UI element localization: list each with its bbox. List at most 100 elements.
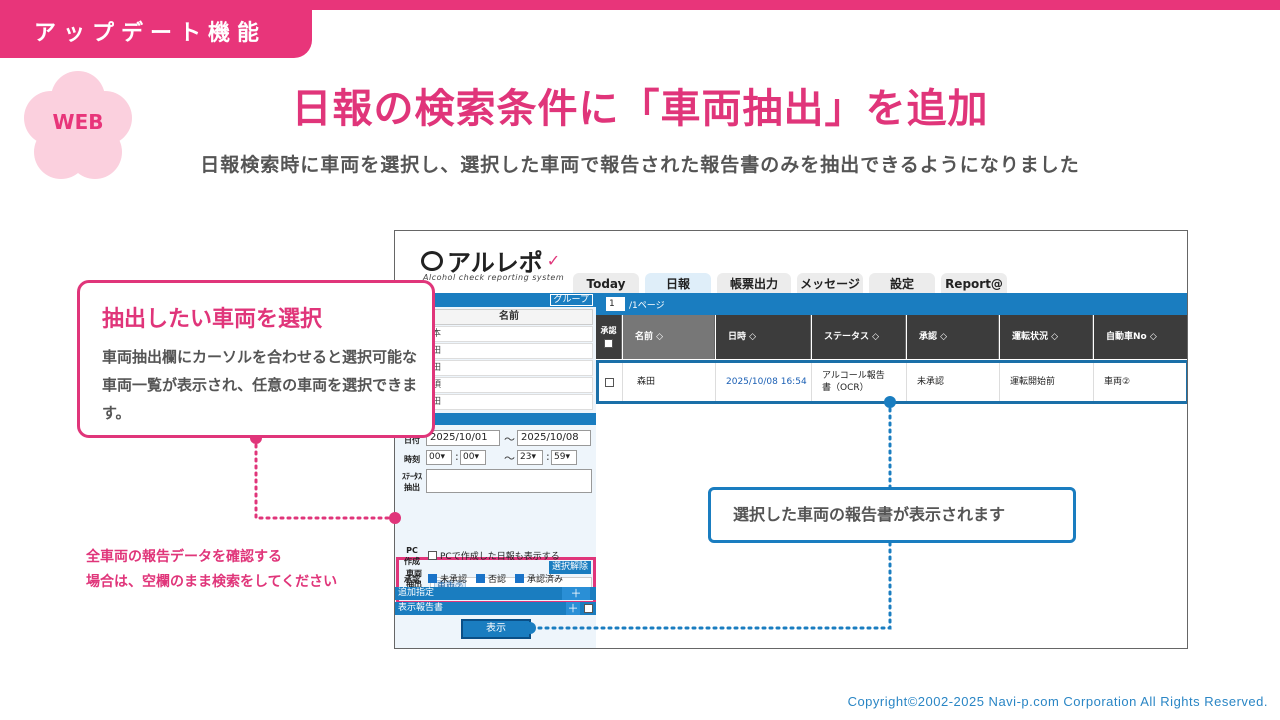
vehicle-select-callout: 抽出したい車両を選択 車両抽出欄にカーソルを合わせると選択可能な車両一覧が表示さ… [77,280,435,438]
sort-icon: ◇ [656,332,664,342]
select-value: 00 [463,452,475,462]
sort-icon: ◇ [749,332,757,342]
select-value: 23 [520,452,532,462]
row-datetime-link[interactable]: 2025/10/08 16:54 [716,363,812,401]
row-status: アルコール報告 書（OCR） [812,363,907,401]
note-line2: 場合は、空欄のまま検索をしてください [86,574,338,590]
column-label: 承認 [919,332,938,342]
time-from-hour-select[interactable]: 00▾ [426,450,452,465]
note-line1: 全車両の報告データを確認する [86,549,282,565]
name-list-item[interactable]: 田 [425,360,593,376]
column-label: 自動車No [1106,332,1147,342]
page-title: 日報の検索条件に「車両抽出」を追加 [291,86,989,132]
column-driving-status[interactable]: 運転状況 ◇ [1000,315,1093,359]
approval-option-approved: 承認済み [527,575,564,585]
checkbox[interactable] [584,604,593,613]
column-status[interactable]: ステータス ◇ [812,315,906,359]
column-approval[interactable]: 承認 ◇ [907,315,999,359]
group-button[interactable]: グループ [549,294,593,306]
tab-report-at[interactable]: Report@ [941,273,1007,294]
status-filter-input[interactable] [426,469,592,493]
pc-created-option[interactable]: PCで作成した日報も表示する [428,549,560,562]
checkbox[interactable] [428,551,437,560]
column-label: ステータス [824,332,870,342]
date-to-input[interactable]: 2025/10/08 [517,430,591,446]
row-car-number: 車両② [1104,377,1131,387]
date-from-input[interactable]: 2025/10/01 [426,430,500,446]
sort-icon: ◇ [1051,332,1059,342]
report-display-bar[interactable]: 表示報告書 ＋ [395,602,596,615]
column-approve-select[interactable]: 承認 [596,315,622,359]
column-label: 承認 [600,326,617,335]
page-count-label: /1ページ [629,301,665,311]
page-subtitle: 日報検索時に車両を選択し、選択した車両で報告された報告書のみを抽出できるようにな… [200,154,1080,176]
select-value: 59 [554,452,566,462]
tab-forms-output[interactable]: 帳票出力 [717,273,791,294]
pc-option-label: PCで作成した日報も表示する [440,552,560,562]
top-accent-bar [0,0,1280,10]
row-approval: 未承認 [907,363,1000,401]
approval-option-rejected: 否認 [488,575,507,585]
pc-created-label: PC 作成 [399,545,425,567]
row-name: 森田 [623,363,716,401]
column-label: 運転状況 [1012,332,1049,342]
approval-option-unapproved: 未承認 [440,575,468,585]
tab-messages[interactable]: メッセージ [797,273,863,294]
sort-icon: ◇ [872,332,880,342]
name-list-item[interactable]: 田 [425,343,593,359]
name-list-item[interactable]: 本 [425,326,593,342]
row-select[interactable] [599,363,623,401]
row-status-line2: 書（OCR） [822,383,869,393]
show-button[interactable]: 表示 [461,619,531,639]
range-tilde: ～ [504,433,515,446]
time-from-minute-select[interactable]: 00▾ [460,450,486,465]
app-logo-subtitle: Alcohol check reporting system [423,273,565,282]
name-list-header: 名前 [425,309,593,325]
column-car-number[interactable]: 自動車No ◇ [1094,315,1187,359]
sort-icon: ◇ [940,332,948,342]
column-datetime[interactable]: 日時 ◇ [716,315,811,359]
pagination-bar: 1 /1ページ [596,293,1187,315]
plus-icon[interactable]: ＋ [566,602,580,615]
time-colon: : [455,450,459,463]
row-driving-status: 運転開始前 [1000,363,1094,401]
checkbox[interactable] [476,574,486,583]
plus-icon[interactable]: ＋ [562,587,590,600]
tab-settings[interactable]: 設定 [869,273,935,294]
range-tilde: ～ [504,452,515,465]
checkbox[interactable] [605,377,614,387]
pc-label-line2: 作成 [404,557,420,566]
main-tabs: Today 日報 帳票出力 メッセージ 設定 Report@ [573,273,1007,294]
time-to-minute-select[interactable]: 59▾ [551,450,577,465]
column-label: 名前 [635,332,654,342]
time-to-hour-select[interactable]: 23▾ [517,450,543,465]
column-label: 日時 [728,332,747,342]
copyright-text: Copyright©2002-2025 Navi-p.com Corporati… [847,694,1268,709]
table-row[interactable]: 森田 2025/10/08 16:54 アルコール報告 書（OCR） 未承認 運… [596,360,1187,404]
check-icon: ✓ [546,251,561,270]
blank-search-note: 全車両の報告データを確認する 場合は、空欄のまま検索をしてください [86,545,337,595]
callout-body: 車両抽出欄にカーソルを合わせると選択可能な車両一覧が表示され、任意の車両を選択で… [102,348,418,422]
report-display-label: 表示報告書 [398,603,444,613]
select-value: 00 [429,452,441,462]
status-filter-label: ｽﾃｰﾀｽ抽出 [402,472,422,492]
tab-daily-report[interactable]: 日報 [645,273,711,294]
name-list-item[interactable]: 須 [425,377,593,393]
column-name[interactable]: 名前 ◇ [623,315,715,359]
tab-today[interactable]: Today [573,273,639,294]
additional-filter-label: 追加指定 [398,588,435,598]
select-all-checkbox[interactable] [604,339,613,348]
speech-bubble-icon [421,250,443,271]
checkbox[interactable] [515,574,525,583]
app-screenshot: アルレポ ✓ Alcohol check reporting system To… [394,230,1188,649]
approval-label: 承認 [404,575,420,584]
page-number-input[interactable]: 1 [606,297,625,311]
row-status-line1: アルコール報告 [822,371,885,381]
callout-title: 抽出したい車両を選択 [102,307,323,332]
checkbox[interactable] [428,574,437,583]
time-colon: : [546,450,550,463]
result-callout: 選択した車両の報告書が表示されます [708,487,1076,543]
name-list-item[interactable]: 田 [425,394,593,410]
approval-options: 未承認 否認 承認済み [428,572,563,585]
additional-filter-bar[interactable]: 追加指定 ＋ [395,587,596,600]
